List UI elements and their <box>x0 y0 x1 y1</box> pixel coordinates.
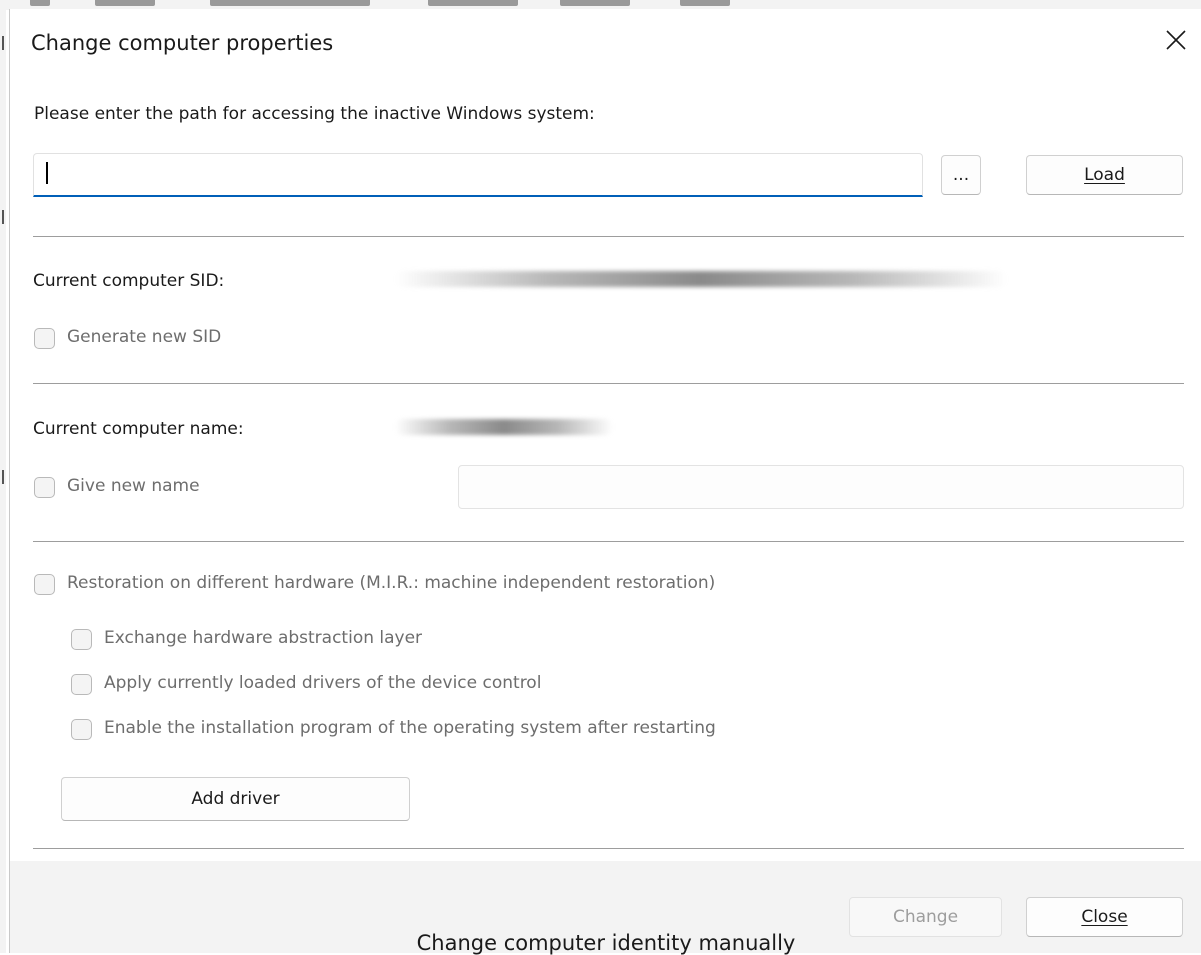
current-name-label: Current computer name: <box>33 419 244 439</box>
add-driver-button[interactable]: Add driver <box>61 777 410 821</box>
close-icon[interactable] <box>1155 19 1197 61</box>
new-name-input[interactable] <box>458 465 1184 509</box>
browse-button[interactable]: ... <box>941 155 981 195</box>
dialog-title: Change computer properties <box>31 31 334 55</box>
generate-sid-checkbox[interactable] <box>34 328 55 349</box>
load-button-label: Load <box>1084 165 1125 185</box>
restoration-checkbox[interactable] <box>34 574 55 595</box>
title-bar: Change computer properties <box>10 9 1201 79</box>
name-value-redacted <box>395 419 613 435</box>
change-computer-properties-dialog: Change computer properties Please enter … <box>9 9 1201 955</box>
generate-sid-label: Generate new SID <box>67 327 222 347</box>
restoration-label: Restoration on different hardware (M.I.R… <box>67 573 716 593</box>
current-sid-label: Current computer SID: <box>33 271 225 291</box>
change-button-label: Change <box>892 907 959 927</box>
background-window-edge <box>0 0 6 953</box>
exchange-hal-label: Exchange hardware abstraction layer <box>104 628 423 648</box>
give-name-label: Give new name <box>67 476 200 496</box>
separator <box>33 236 1184 237</box>
separator <box>33 541 1184 542</box>
sid-value-redacted <box>395 271 1007 287</box>
enable-setup-checkbox[interactable] <box>71 719 92 740</box>
separator <box>33 383 1184 384</box>
text-caret <box>46 162 48 184</box>
exchange-hal-checkbox[interactable] <box>71 629 92 650</box>
close-button-label: Close <box>1081 907 1128 927</box>
give-name-checkbox[interactable] <box>34 477 55 498</box>
path-prompt-label: Please enter the path for accessing the … <box>34 104 595 124</box>
path-input[interactable] <box>33 153 923 197</box>
separator <box>33 848 1184 849</box>
apply-drivers-checkbox[interactable] <box>71 674 92 695</box>
apply-drivers-label: Apply currently loaded drivers of the de… <box>104 673 542 693</box>
enable-setup-label: Enable the installation program of the o… <box>104 718 716 738</box>
load-button[interactable]: Load <box>1026 155 1183 195</box>
figure-caption: Change computer identity manually <box>416 931 796 955</box>
